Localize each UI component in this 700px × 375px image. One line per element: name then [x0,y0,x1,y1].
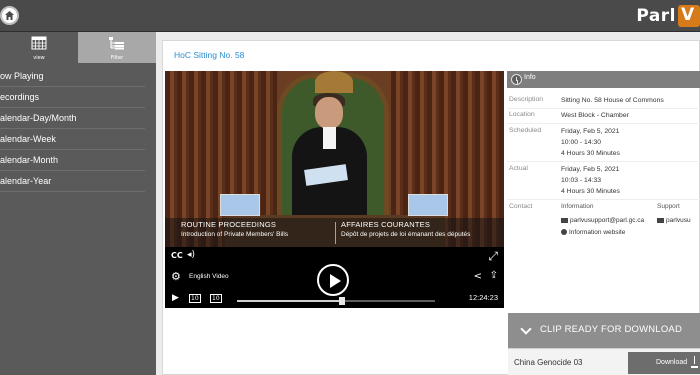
home-icon [5,11,14,20]
caption-french: AFFAIRES COURANTES Dépôt de projets de l… [341,220,470,238]
language-selector[interactable]: English Video [189,273,229,280]
desk-box-left [220,194,260,216]
contact-information-heading: Information [561,203,594,210]
clock-icon [511,74,522,85]
scheduled-duration: 4 Hours 30 Minutes [561,150,620,157]
info-header: Info [507,71,700,88]
tab-view-label: view [33,55,45,61]
sidebar-item-calendar-week[interactable]: alendar-Week [0,129,145,150]
description-value: Sitting No. 58 House of Commons [561,97,664,104]
sidebar-tabs: view Filter [0,32,156,63]
progress-thumb[interactable] [338,297,345,305]
calendar-grid-icon [31,36,47,50]
actual-time: 10:03 - 14:33 [561,177,602,184]
video-controls: CC ◂) ⤢ ⚙ English Video < ⇪ ▶ 10 10 12:2… [165,247,504,308]
mail-icon [657,217,664,223]
chevron-down-icon [520,323,532,335]
caption-en-title: ROUTINE PROCEEDINGS [181,220,277,229]
scheduled-time: 10:00 - 14:30 [561,139,602,146]
rewind-10-button[interactable]: 10 [189,294,201,303]
parlvu-logo[interactable]: Parl V [636,5,700,27]
progress-fill [237,300,342,302]
contact-support-heading: Support [657,203,680,210]
tab-filter[interactable]: Filter [78,32,156,63]
caption-fr-title: AFFAIRES COURANTES [341,220,431,229]
sidebar-item-recordings[interactable]: ecordings [0,87,145,108]
caption-en-subtitle: Introduction of Private Members' Bills [181,231,289,238]
clip-title: CLIP READY FOR DOWNLOAD [540,324,683,335]
sidebar-item-calendar-month[interactable]: alendar-Month [0,150,145,171]
row-divider [507,161,700,162]
actual-date: Friday, Feb 5, 2021 [561,166,620,173]
globe-icon [561,229,567,236]
big-play-button[interactable] [317,264,349,296]
filter-list-icon [109,37,124,50]
top-bar: Parl V [0,0,700,32]
info-panel: Info Description Sitting No. 58 House of… [507,71,700,241]
share-icon[interactable]: < [474,271,482,282]
closed-captions-button[interactable]: CC [171,251,183,260]
description-label: Description [509,96,543,103]
logo-text: Parl [636,6,676,26]
download-button[interactable]: Download [628,352,700,374]
clip-name: China Genocide 03 [514,358,583,367]
caption-divider [335,222,336,244]
tab-view[interactable]: view [0,32,78,63]
caption-english: ROUTINE PROCEEDINGS Introduction of Priv… [181,220,288,238]
lower-third-caption: ROUTINE PROCEEDINGS Introduction of Priv… [165,218,504,247]
information-website-link[interactable]: Information website [561,229,625,236]
forward-10-button[interactable]: 10 [210,294,222,303]
sidebar-item-now-playing[interactable]: ow Playing [0,66,145,87]
video-player[interactable]: ROUTINE PROCEEDINGS Introduction of Priv… [165,71,504,308]
row-divider [507,199,700,200]
gear-icon[interactable]: ⚙ [171,270,181,283]
contact-label: Contact [509,203,533,210]
video-frame: ROUTINE PROCEEDINGS Introduction of Priv… [165,71,504,247]
info-email-link[interactable]: parlvusupport@parl.gc.ca [561,217,644,224]
page-title: HoC Sitting No. 58 [174,50,245,60]
clip-header[interactable]: CLIP READY FOR DOWNLOAD [508,313,700,348]
chair-crest [315,71,353,93]
caption-fr-subtitle: Dépôt de projets de loi émanant des dépu… [341,231,471,238]
location-value: West Block - Chamber [561,112,629,119]
speaker-collar [323,127,336,149]
sidebar-menu: ow Playing ecordings alendar-Day/Month a… [0,66,145,192]
location-label: Location [509,111,535,118]
logo-badge: V [678,5,700,27]
progress-bar[interactable] [237,297,435,305]
support-email-link[interactable]: parlvusu [657,217,691,224]
clip-row: China Genocide 03 Download [508,348,700,375]
export-icon[interactable]: ⇪ [490,270,498,281]
desk-box-right [408,194,448,216]
actual-label: Actual [509,165,528,172]
download-icon [691,356,698,368]
scheduled-date: Friday, Feb 5, 2021 [561,128,620,135]
mail-icon [561,217,568,223]
sidebar: view Filter ow Playing ecordings alendar… [0,32,156,375]
actual-duration: 4 Hours 30 Minutes [561,188,620,195]
row-divider [507,123,700,124]
clip-download-panel: CLIP READY FOR DOWNLOAD China Genocide 0… [508,313,700,375]
play-icon[interactable]: ▶ [172,293,179,303]
sidebar-item-calendar-day-month[interactable]: alendar-Day/Month [0,108,145,129]
home-button[interactable] [0,6,19,25]
sidebar-item-calendar-year[interactable]: alendar-Year [0,171,145,192]
row-divider [507,108,700,109]
volume-icon[interactable]: ◂) [187,250,195,260]
scheduled-label: Scheduled [509,127,542,134]
current-time: 12:24:23 [468,293,498,302]
fullscreen-icon[interactable]: ⤢ [488,249,498,264]
speaker-head [315,97,343,129]
info-title: Info [524,74,536,81]
tab-filter-label: Filter [110,55,124,61]
